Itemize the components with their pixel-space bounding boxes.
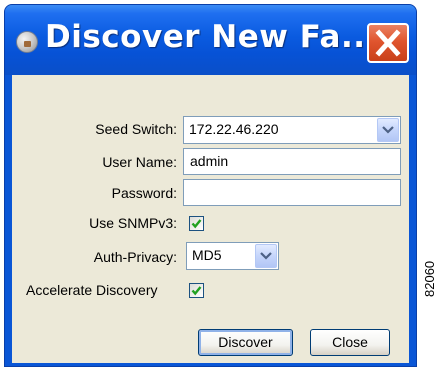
chevron-down-icon <box>382 126 394 134</box>
seed-switch-value: 172.22.46.220 <box>189 121 279 137</box>
user-name-field[interactable]: admin <box>183 148 401 175</box>
auth-privacy-value: MD5 <box>192 247 222 263</box>
discover-fabric-dialog: Discover New Fa... Seed Switch: 172.22.4… <box>4 4 417 367</box>
discover-button[interactable]: Discover <box>198 329 293 356</box>
use-snmpv3-label: Use SNMPv3: <box>89 215 177 231</box>
password-field[interactable] <box>183 179 401 206</box>
checkmark-icon <box>191 219 202 229</box>
checkmark-icon <box>191 286 202 296</box>
close-x-icon <box>375 29 401 57</box>
auth-privacy-dropdown-button[interactable] <box>255 244 277 268</box>
use-snmpv3-checkbox[interactable] <box>189 216 204 231</box>
auth-privacy-select[interactable]: MD5 <box>186 242 279 270</box>
seed-switch-label: Seed Switch: <box>95 121 177 137</box>
accelerate-discovery-checkbox[interactable] <box>189 283 204 298</box>
close-button[interactable]: Close <box>310 329 390 356</box>
seed-switch-select[interactable]: 172.22.46.220 <box>183 116 401 144</box>
chevron-down-icon <box>260 252 272 260</box>
seed-switch-dropdown-button[interactable] <box>377 118 399 142</box>
user-name-label: User Name: <box>102 154 177 170</box>
fabric-switch-icon <box>16 31 38 53</box>
figure-id-label: 82060 <box>422 260 437 297</box>
accelerate-discovery-label: Accelerate Discovery <box>26 282 158 298</box>
title-close-button[interactable] <box>367 23 409 63</box>
title-bar[interactable]: Discover New Fa... <box>5 5 416 75</box>
auth-privacy-label: Auth-Privacy: <box>93 249 177 265</box>
dialog-body: Seed Switch: 172.22.46.220 User Name: ad… <box>12 75 409 363</box>
dialog-title: Discover New Fa... <box>45 19 378 55</box>
password-label: Password: <box>111 185 177 201</box>
